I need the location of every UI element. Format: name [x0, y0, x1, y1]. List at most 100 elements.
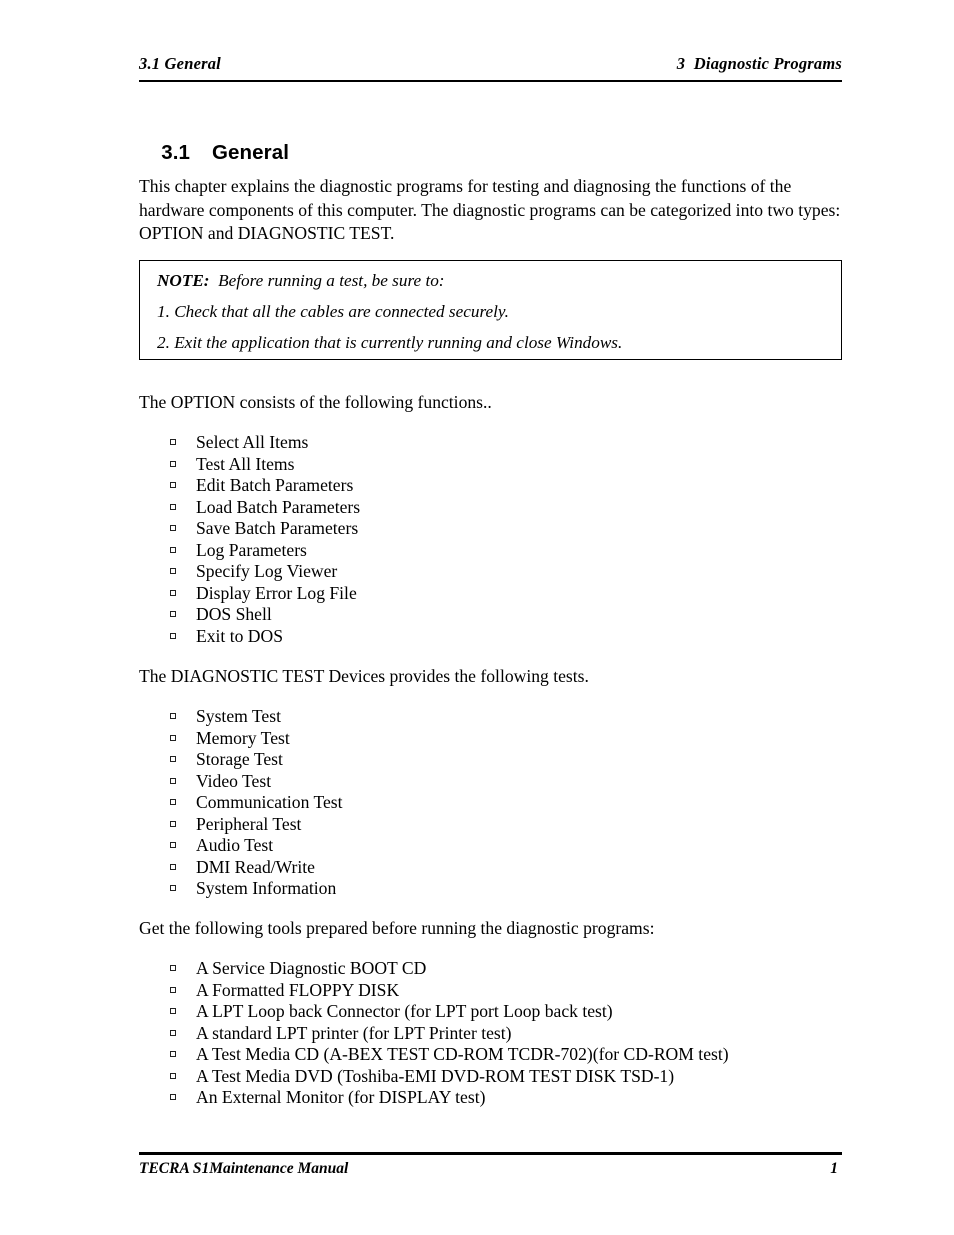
list-item-label: A standard LPT printer (for LPT Printer …: [196, 1022, 512, 1043]
running-head-left: 3.1 General: [139, 54, 221, 73]
list-item-label: Audio Test: [196, 835, 274, 855]
list-item: Exit to DOS: [170, 626, 360, 648]
list-item-label: Exit to DOS: [196, 625, 283, 646]
square-bullet-icon: [170, 1008, 176, 1014]
running-foot: TECRA S1Maintenance Manual 1: [139, 1160, 842, 1178]
square-bullet-icon: [170, 1029, 176, 1036]
square-bullet-icon: [170, 439, 176, 445]
square-bullet-icon: [170, 885, 176, 891]
option-section-lead: The OPTION consists of the following fun…: [139, 392, 492, 412]
list-item: Display Error Log File: [170, 583, 360, 605]
list-item: Edit Batch Parameters: [170, 475, 360, 497]
list-item: DOS Shell: [170, 604, 360, 626]
note-heading: Before running a test, be sure to:: [218, 271, 445, 290]
square-bullet-icon: [170, 503, 176, 510]
list-item-label: System Test: [196, 706, 281, 726]
list-item-label: Edit Batch Parameters: [196, 475, 354, 495]
list-item: A Service Diagnostic BOOT CD: [170, 958, 729, 980]
tools-items-list: A Service Diagnostic BOOT CD A Formatted…: [170, 958, 729, 1109]
note-item-2: 2. Exit the application that is currentl…: [157, 333, 623, 352]
square-bullet-icon: [170, 756, 176, 762]
square-bullet-icon: [170, 611, 176, 617]
list-item: System Information: [170, 878, 343, 900]
list-item: Log Parameters: [170, 540, 360, 562]
list-item-label: Communication Test: [196, 792, 343, 812]
square-bullet-icon: [170, 713, 176, 719]
running-head: 3.1 General 3 Diagnostic Programs: [139, 54, 842, 74]
list-item: Communication Test: [170, 792, 343, 814]
list-item-label: System Information: [196, 878, 337, 898]
list-item: A Test Media DVD (Toshiba-EMI DVD-ROM TE…: [170, 1066, 729, 1088]
list-item-label: A Service Diagnostic BOOT CD: [196, 958, 427, 978]
square-bullet-icon: [170, 820, 176, 827]
square-bullet-icon: [170, 1094, 176, 1100]
square-bullet-icon: [170, 1072, 176, 1079]
list-item: Save Batch Parameters: [170, 518, 360, 540]
list-item: Storage Test: [170, 749, 343, 771]
list-item: Specify Log Viewer: [170, 561, 360, 583]
note-heading-line: NOTE: Before running a test, be sure to:: [157, 271, 445, 291]
square-bullet-icon: [170, 460, 176, 467]
running-foot-left: TECRA S1Maintenance Manual: [139, 1160, 349, 1177]
list-item-label: An External Monitor (for DISPLAY test): [196, 1087, 486, 1107]
square-bullet-icon: [170, 568, 176, 574]
page-number: 1: [830, 1160, 838, 1177]
diagnostic-section-lead: The DIAGNOSTIC TEST Devices provides the…: [139, 666, 589, 686]
list-item-label: Test All Items: [196, 453, 295, 474]
list-item-label: Load Batch Parameters: [196, 496, 361, 517]
square-bullet-icon: [170, 986, 176, 993]
list-item: Load Batch Parameters: [170, 497, 360, 519]
list-item: Video Test: [170, 771, 343, 793]
intro-paragraph: This chapter explains the diagnostic pro…: [139, 176, 841, 243]
square-bullet-icon: [170, 777, 176, 784]
list-item: Test All Items: [170, 454, 360, 476]
list-item-label: DOS Shell: [196, 604, 272, 624]
list-item-label: A LPT Loop back Connector (for LPT port …: [196, 1001, 613, 1021]
list-item: Peripheral Test: [170, 814, 343, 836]
list-item-label: Memory Test: [196, 727, 290, 748]
square-bullet-icon: [170, 734, 176, 741]
running-head-right: 3 Diagnostic Programs: [676, 54, 842, 73]
tools-section-lead: Get the following tools prepared before …: [139, 918, 655, 938]
square-bullet-icon: [170, 842, 176, 848]
section-title-text: General: [212, 141, 290, 164]
list-item-label: Specify Log Viewer: [196, 561, 338, 581]
square-bullet-icon: [170, 965, 176, 971]
list-item: Audio Test: [170, 835, 343, 857]
square-bullet-icon: [170, 589, 176, 596]
square-bullet-icon: [170, 863, 176, 870]
list-item-label: Log Parameters: [196, 539, 307, 560]
list-item: System Test: [170, 706, 343, 728]
note-item-1: 1. Check that all the cables are connect…: [157, 302, 509, 321]
list-item-label: Storage Test: [196, 749, 283, 769]
list-item-label: Video Test: [196, 770, 272, 791]
list-item-label: Save Batch Parameters: [196, 518, 359, 538]
square-bullet-icon: [170, 525, 176, 531]
square-bullet-icon: [170, 1051, 176, 1057]
square-bullet-icon: [170, 632, 176, 639]
note-heading-text: [210, 271, 219, 290]
list-item-label: Display Error Log File: [196, 582, 357, 603]
list-item-label: DMI Read/Write: [196, 856, 315, 877]
list-item: Select All Items: [170, 432, 360, 454]
manual-page: 3.1 General 3 Diagnostic Programs 3.1 Gen…: [0, 0, 954, 1235]
footer-divider-rule: [139, 1152, 842, 1155]
option-items-list: Select All Items Test All Items Edit Bat…: [170, 432, 360, 647]
square-bullet-icon: [170, 482, 176, 488]
list-item: An External Monitor (for DISPLAY test): [170, 1087, 729, 1109]
list-item: A LPT Loop back Connector (for LPT port …: [170, 1001, 729, 1023]
square-bullet-icon: [170, 546, 176, 553]
header-divider-rule: [139, 80, 842, 82]
square-bullet-icon: [170, 799, 176, 805]
list-item-label: A Formatted FLOPPY DISK: [196, 979, 400, 1000]
diagnostic-items-list: System Test Memory Test Storage Test Vid…: [170, 706, 343, 900]
note-label: NOTE:: [157, 271, 210, 290]
list-item: Memory Test: [170, 728, 343, 750]
list-item-label: Peripheral Test: [196, 813, 302, 834]
list-item: A Test Media CD (A-BEX TEST CD-ROM TCDR-…: [170, 1044, 729, 1066]
section-number: 3.1: [161, 141, 190, 164]
list-item-label: A Test Media DVD (Toshiba-EMI DVD-ROM TE…: [196, 1065, 675, 1086]
list-item: DMI Read/Write: [170, 857, 343, 879]
list-item: A Formatted FLOPPY DISK: [170, 980, 729, 1002]
list-item-label: Select All Items: [196, 432, 309, 452]
